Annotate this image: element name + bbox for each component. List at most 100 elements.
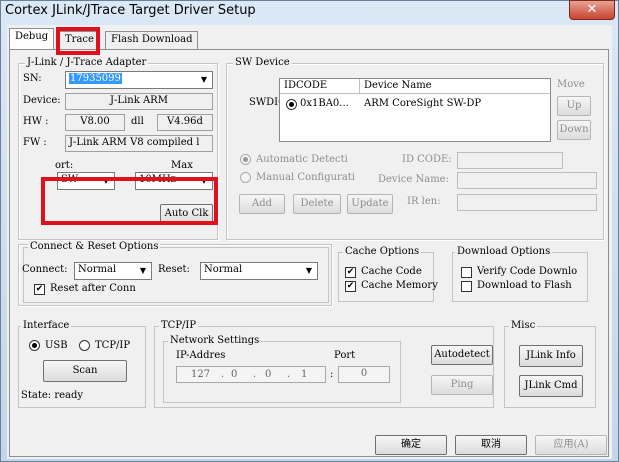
- verify-label: Verify Code Downlo: [477, 266, 578, 277]
- connect-label: Connect:: [22, 264, 68, 275]
- irlen-field[interactable]: [457, 194, 597, 211]
- ip-dot: .: [221, 369, 225, 380]
- scan-button[interactable]: Scan: [43, 360, 127, 382]
- col-idcode[interactable]: IDCODE: [280, 79, 360, 94]
- max-label: Max: [171, 160, 193, 171]
- delete-button[interactable]: Delete: [293, 194, 341, 214]
- dll-label: dll: [131, 116, 144, 127]
- auto-detect-label: Automatic Detecti: [256, 154, 348, 165]
- reset-select[interactable]: Normal ▼: [200, 262, 318, 280]
- sw-device-group: SW Device SWDIO IDCODE Device Name 0x1BA…: [226, 57, 604, 240]
- tcp-port-field[interactable]: 0: [338, 366, 390, 383]
- irlen-label: IR len:: [407, 196, 441, 207]
- row-device-name: ARM CoreSight SW-DP: [364, 98, 482, 109]
- ip-dot: .: [287, 369, 291, 380]
- ip-octet-1: 127: [191, 369, 211, 380]
- sn-label: SN:: [23, 73, 42, 84]
- idcode-field[interactable]: [457, 152, 563, 169]
- interface-label: Interface: [21, 320, 72, 331]
- network-settings-label: Network Settings: [168, 335, 262, 346]
- tcpip-radio-label: TCP/IP: [95, 340, 131, 351]
- tab-debug[interactable]: Debug: [9, 28, 55, 50]
- add-button[interactable]: Add: [239, 194, 285, 214]
- cache-code-checkbox[interactable]: ✔: [345, 267, 356, 278]
- manual-config-label: Manual Configurati: [256, 172, 356, 183]
- cache-options-group: Cache Options ✔ Cache Code ✔ Cache Memor…: [338, 246, 438, 302]
- ip-octet-4: 1: [301, 369, 308, 380]
- window-title: Cortex JLink/JTrace Target Driver Setup: [5, 3, 256, 18]
- verify-checkbox[interactable]: [461, 267, 472, 278]
- interface-group: Interface USB TCP/IP Scan State: ready: [18, 320, 146, 408]
- cache-memory-label: Cache Memory: [361, 280, 438, 291]
- usb-label: USB: [45, 340, 68, 351]
- ok-button[interactable]: 确定: [375, 435, 447, 455]
- row-idcode: 0x1BA0...: [300, 98, 349, 109]
- port-clock-highlight: [41, 177, 218, 225]
- setup-dialog: Cortex JLink/JTrace Target Driver Setup …: [0, 0, 619, 462]
- manual-config-radio[interactable]: [240, 172, 251, 183]
- misc-label: Misc: [509, 320, 538, 331]
- sn-select[interactable]: 17935099 ▼: [65, 71, 213, 89]
- cache-code-label: Cache Code: [361, 266, 422, 277]
- device-label: Device:: [23, 95, 61, 106]
- tab-flash-download[interactable]: Flash Download: [105, 31, 199, 49]
- tcpip-group-label: TCP/IP: [159, 320, 199, 331]
- chevron-down-icon: ▼: [139, 266, 147, 275]
- reset-after-label: Reset after Conn: [50, 283, 136, 294]
- title-bar: Cortex JLink/JTrace Target Driver Setup …: [1, 0, 618, 23]
- tcpip-radio[interactable]: [79, 340, 90, 351]
- cache-options-label: Cache Options: [343, 246, 422, 257]
- connect-value: Normal: [78, 264, 117, 275]
- chevron-down-icon: ▼: [305, 266, 313, 275]
- ip-dot: .: [253, 369, 257, 380]
- col-device-name[interactable]: Device Name: [360, 79, 550, 94]
- auto-detect-radio[interactable]: [240, 154, 251, 165]
- sw-device-table[interactable]: IDCODE Device Name 0x1BA0... ARM CoreSig…: [279, 78, 551, 142]
- apply-button[interactable]: 应用(A): [535, 435, 607, 455]
- download-options-group: Download Options Verify Code Downlo Down…: [452, 246, 588, 302]
- port-separator: :: [330, 369, 334, 380]
- dialog-client: Debug Trace Flash Download J-Link / J-Tr…: [7, 25, 612, 459]
- jlink-cmd-button[interactable]: JLink Cmd: [519, 375, 583, 397]
- network-settings-group: Network Settings IP-Addres Port 127 . 0 …: [163, 335, 401, 403]
- cancel-button[interactable]: 取消: [455, 435, 527, 455]
- sw-device-group-label: SW Device: [233, 57, 292, 68]
- close-icon[interactable]: ✕: [569, 0, 615, 20]
- connect-reset-inner: Connect & Reset Options Connect: Normal …: [22, 241, 329, 303]
- chevron-down-icon: ▼: [200, 75, 208, 84]
- ip-address-field[interactable]: 127 . 0 . 0 . 1: [176, 366, 326, 383]
- usb-radio[interactable]: [29, 340, 40, 351]
- row-select-radio[interactable]: [286, 99, 297, 110]
- idcode-label: ID CODE:: [402, 154, 452, 165]
- connect-reset-label: Connect & Reset Options: [28, 241, 161, 252]
- autodetect-button[interactable]: Autodetect: [431, 345, 493, 365]
- fw-label: FW :: [23, 137, 47, 148]
- dll-field: V4.96d: [157, 114, 213, 131]
- reset-after-checkbox[interactable]: ✔: [34, 284, 45, 295]
- reset-label: Reset:: [158, 264, 190, 275]
- ping-button[interactable]: Ping: [431, 375, 493, 395]
- connect-select[interactable]: Normal ▼: [74, 262, 152, 280]
- tcpip-group: TCP/IP Network Settings IP-Addres Port 1…: [154, 320, 494, 408]
- cache-memory-checkbox[interactable]: ✔: [345, 281, 356, 292]
- state-label: State: ready: [21, 390, 84, 401]
- ip-octet-2: 0: [231, 369, 238, 380]
- move-up-button[interactable]: Up: [557, 96, 591, 116]
- fw-field: J-Link ARM V8 compiled l: [65, 135, 213, 152]
- download-options-label: Download Options: [455, 246, 553, 257]
- download-flash-checkbox[interactable]: [461, 281, 472, 292]
- ip-address-label: IP-Addres: [176, 350, 226, 361]
- reset-value: Normal: [204, 264, 243, 275]
- devname-label: Device Name:: [378, 174, 449, 185]
- download-flash-label: Download to Flash: [477, 280, 572, 291]
- debug-panel: J-Link / J-Trace Adapter SN: 17935099 ▼ …: [9, 49, 609, 457]
- sn-value: 17935099: [69, 73, 122, 84]
- devname-field[interactable]: [457, 172, 597, 189]
- move-down-button[interactable]: Down: [557, 120, 591, 140]
- hw-label: HW :: [23, 116, 49, 127]
- update-button[interactable]: Update: [347, 194, 393, 214]
- jlink-info-button[interactable]: JLink Info: [519, 345, 583, 367]
- device-field: J-Link ARM: [65, 93, 213, 110]
- trace-tab-highlight: [56, 27, 100, 55]
- hw-field: V8.00: [65, 114, 125, 131]
